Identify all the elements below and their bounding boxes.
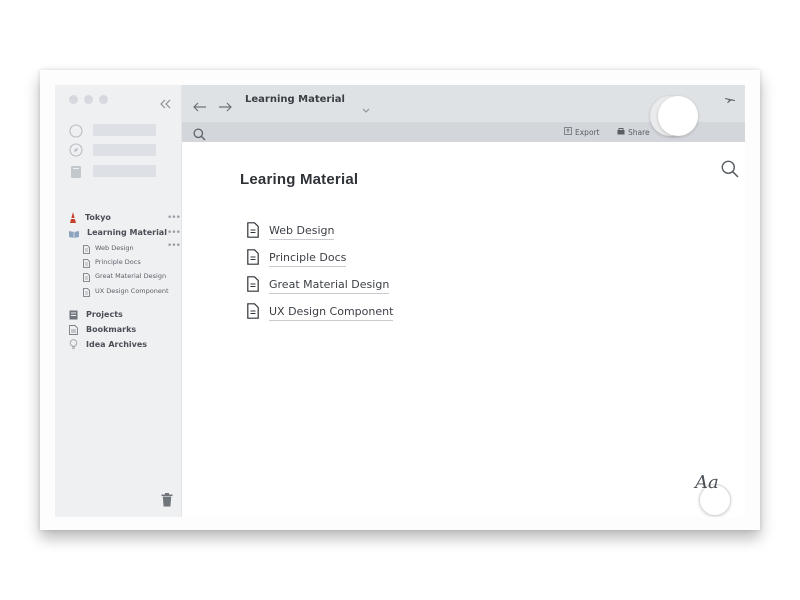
- search-icon[interactable]: [721, 160, 739, 182]
- lightbulb-icon: [69, 335, 78, 354]
- sidebar-item-bookmarks[interactable]: Bookmarks: [69, 322, 136, 336]
- search-icon[interactable]: [193, 126, 206, 145]
- document-link-label: Principle Docs: [269, 251, 347, 267]
- open-book-icon: [69, 223, 79, 242]
- document-link-great-material-design[interactable]: Great Material Design: [247, 276, 390, 296]
- more-options-icon[interactable]: •••: [167, 229, 181, 238]
- more-options-icon[interactable]: •••: [167, 242, 181, 251]
- document-link-ux-design-component[interactable]: UX Design Component: [247, 303, 394, 323]
- arrow-right-icon[interactable]: [218, 97, 233, 116]
- share-label: Share: [628, 127, 650, 137]
- window-maximize-dot[interactable]: [99, 95, 108, 104]
- document-icon: [247, 303, 259, 323]
- window-close-dot[interactable]: [69, 95, 78, 104]
- sidebar-item-label: Projects: [86, 309, 123, 319]
- document-link-label: Great Material Design: [269, 278, 390, 294]
- chevron-down-icon[interactable]: [362, 99, 370, 118]
- sidebar-placeholder-bar: [93, 124, 156, 136]
- document-icon: [83, 282, 90, 301]
- app-frame: Tokyo ••• Learning Material ••• Web Desi…: [40, 70, 760, 530]
- sidebar-subitem-label: Principle Docs: [95, 258, 141, 266]
- document-icon: [247, 222, 259, 242]
- document-link-label: Web Design: [269, 224, 335, 240]
- arrow-left-icon[interactable]: [192, 97, 207, 116]
- sidebar-subitem-label: Great Material Design: [95, 272, 167, 280]
- sidebar-subitem-ux-design-component[interactable]: UX Design Component: [83, 285, 169, 297]
- document-link-principle-docs[interactable]: Principle Docs: [247, 249, 347, 269]
- document-icon: [247, 249, 259, 269]
- sidebar-placeholder-bar: [93, 165, 156, 177]
- share-button[interactable]: Share: [617, 127, 650, 137]
- font-button-label: Aa: [695, 472, 719, 493]
- main-panel: Learning Material Export Share Learing M…: [182, 85, 745, 517]
- page-title: Learing Material: [240, 171, 359, 188]
- export-icon: [564, 127, 572, 137]
- sidebar-subitem-great-material-design[interactable]: Great Material Design: [83, 270, 166, 282]
- window-minimize-dot[interactable]: [84, 95, 93, 104]
- avatar[interactable]: [658, 96, 698, 136]
- double-chevron-left-icon[interactable]: [159, 94, 171, 113]
- share-icon: [617, 127, 625, 137]
- document-link-web-design[interactable]: Web Design: [247, 222, 335, 242]
- circle-icon[interactable]: [69, 123, 83, 142]
- sidebar-subitem-web-design[interactable]: Web Design: [83, 242, 134, 254]
- font-settings-button[interactable]: Aa: [695, 472, 731, 516]
- compass-icon[interactable]: [69, 142, 83, 161]
- sidebar-item-label: Idea Archives: [86, 339, 148, 349]
- sidebar-subitem-principle-docs[interactable]: Principle Docs: [83, 256, 141, 268]
- book-icon[interactable]: [70, 164, 82, 183]
- document-icon: [247, 276, 259, 296]
- document-title[interactable]: Learning Material: [245, 94, 345, 105]
- export-button[interactable]: Export: [564, 127, 600, 137]
- sidebar-placeholder-bar: [93, 144, 156, 156]
- sidebar-item-learning-material[interactable]: Learning Material: [69, 225, 167, 239]
- sidebar-subitem-label: UX Design Component: [95, 287, 169, 295]
- sidebar-item-label: Tokyo: [85, 212, 111, 222]
- sidebar-subitem-label: Web Design: [95, 244, 134, 252]
- more-options-icon[interactable]: •••: [167, 214, 181, 223]
- airplane-icon[interactable]: [724, 91, 736, 110]
- trash-icon[interactable]: [161, 492, 173, 511]
- document-link-label: UX Design Component: [269, 305, 394, 321]
- app-window: Tokyo ••• Learning Material ••• Web Desi…: [55, 85, 745, 517]
- sidebar-item-idea-archives[interactable]: Idea Archives: [69, 337, 147, 351]
- sidebar-item-label: Bookmarks: [86, 324, 137, 334]
- sidebar-item-label: Learning Material: [87, 227, 167, 237]
- export-label: Export: [575, 127, 600, 137]
- sidebar: Tokyo ••• Learning Material ••• Web Desi…: [55, 85, 182, 517]
